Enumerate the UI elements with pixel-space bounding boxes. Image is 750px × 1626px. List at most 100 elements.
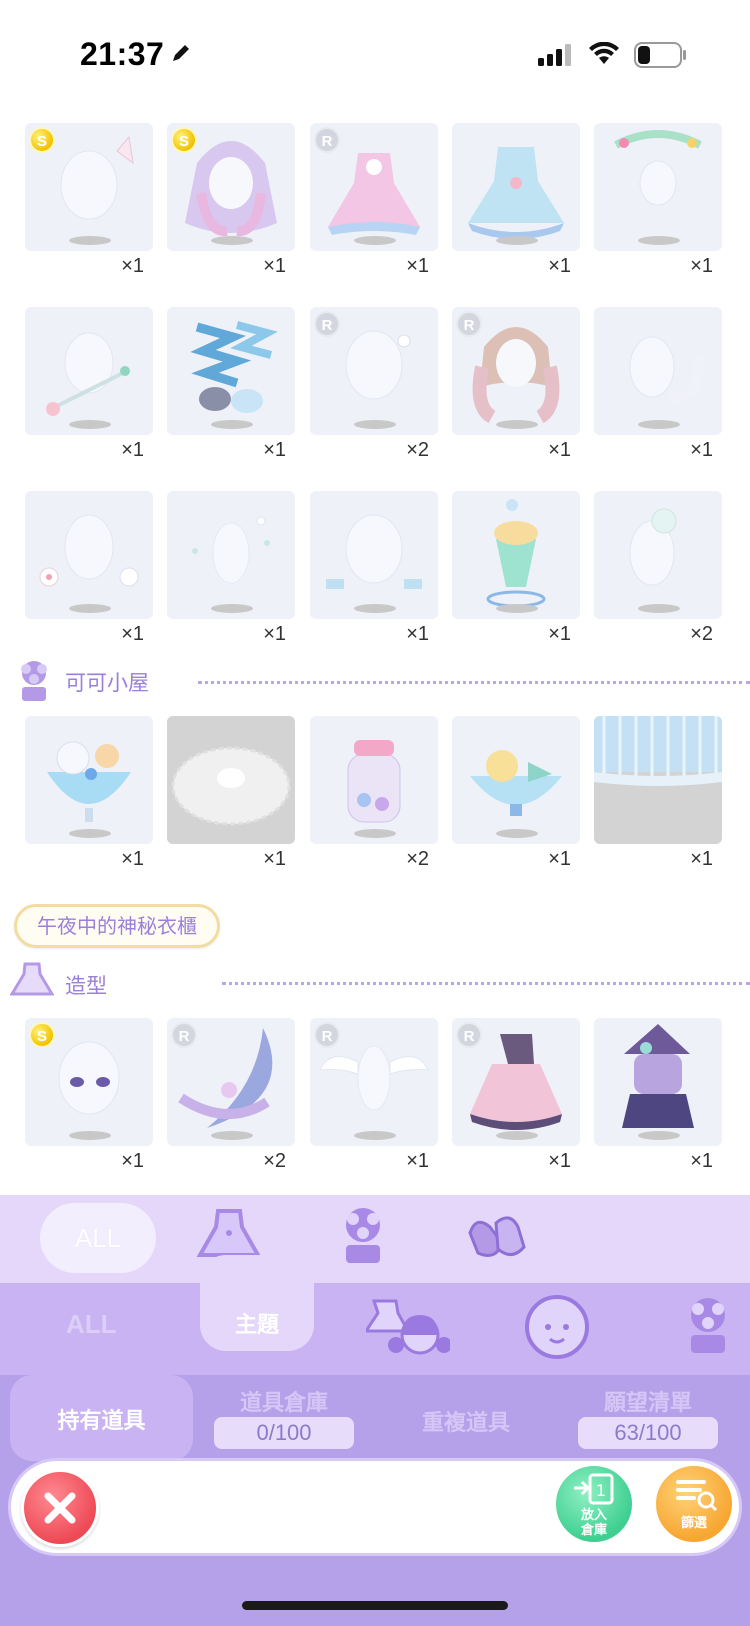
item-tile[interactable]: R [310, 123, 438, 251]
rarity-r-badge: R [456, 1022, 482, 1048]
item-quantity: ×1 [121, 848, 144, 870]
item-tile[interactable] [310, 716, 438, 844]
theme-name-pill: 午夜中的神秘衣櫃 [14, 904, 220, 948]
bottom-panel: ALL ALL 主題 持有道具 道具倉庫 0/100 重複道具 願望清單 63/… [0, 1195, 750, 1626]
item-tile[interactable] [594, 491, 722, 619]
section-divider [222, 982, 750, 985]
subcategory-all-tab[interactable]: ALL [66, 1309, 117, 1340]
item-shadow [69, 236, 111, 245]
item-tile[interactable] [594, 1018, 722, 1146]
rarity-s-badge: S [171, 127, 197, 153]
item-tile[interactable]: R [310, 1018, 438, 1146]
tab-duplicate-items[interactable]: 重複道具 [396, 1405, 536, 1437]
sparkle-aura-icon [192, 516, 270, 584]
item-tile[interactable] [452, 716, 580, 844]
item-quantity: ×1 [121, 623, 144, 645]
item-quantity: ×1 [121, 255, 144, 277]
tab-owned-items-label[interactable]: 持有道具 [10, 1403, 193, 1435]
cocoa-items-row: ×1 ×1 ×2 ×1 ×1 [0, 716, 750, 876]
item-tile[interactable] [452, 491, 580, 619]
item-tile[interactable] [25, 716, 153, 844]
item-tile[interactable] [452, 123, 580, 251]
item-tile[interactable]: S [25, 123, 153, 251]
paw-gloves-icon [39, 514, 139, 587]
item-tile[interactable]: S [167, 123, 295, 251]
flower-pot-icon [21, 661, 47, 701]
witch-cat-icon [622, 1024, 694, 1128]
battery-icon [634, 42, 686, 68]
cat-plush-icon [629, 508, 677, 586]
cocoa-house-header: 可可小屋 [0, 657, 750, 707]
item-shadow [638, 604, 680, 613]
tab-wishlist[interactable]: 願望清單 [578, 1385, 718, 1417]
item-tile[interactable] [594, 307, 722, 435]
status-time: 21:37 [80, 36, 165, 72]
item-shadow [69, 604, 111, 613]
item-shadow [496, 1131, 538, 1140]
item-tile[interactable]: R [167, 1018, 295, 1146]
item-shadow [638, 236, 680, 245]
item-tile[interactable] [594, 716, 722, 844]
store-in-warehouse-button[interactable]: 1 放入 倉庫 [553, 1463, 635, 1545]
item-tile[interactable] [25, 307, 153, 435]
item-quantity: ×1 [690, 1150, 713, 1172]
item-quantity: ×1 [548, 1150, 571, 1172]
item-tile[interactable]: R [452, 307, 580, 435]
category-all-button[interactable]: ALL [40, 1203, 156, 1273]
item-tile[interactable] [167, 491, 295, 619]
cat-tail-icon [629, 336, 704, 404]
item-quantity: ×2 [690, 623, 713, 645]
close-button[interactable] [21, 1469, 99, 1547]
item-tile[interactable] [167, 716, 295, 844]
item-shadow [496, 236, 538, 245]
svg-text:1: 1 [596, 1481, 606, 1500]
item-tile[interactable] [594, 123, 722, 251]
parfait-icon [47, 741, 131, 822]
waving-hands-icon[interactable] [456, 1203, 532, 1269]
item-quantity: ×1 [121, 1150, 144, 1172]
cellular-signal-icon [538, 44, 571, 66]
category-bar: ALL [0, 1195, 750, 1283]
filter-search-icon [676, 1480, 718, 1512]
flower-pot-icon[interactable] [680, 1291, 736, 1361]
filter-button[interactable]: 篩選 [653, 1463, 735, 1545]
item-tile[interactable] [25, 491, 153, 619]
girl-with-dress-icon[interactable] [366, 1291, 450, 1361]
item-tile[interactable]: R [310, 307, 438, 435]
item-shadow [496, 829, 538, 838]
rarity-r-badge: R [314, 311, 340, 337]
item-tile[interactable]: S [25, 1018, 153, 1146]
lace-rug-icon [171, 746, 291, 826]
item-shadow [354, 604, 396, 613]
item-quantity: ×1 [263, 623, 286, 645]
item-shadow [69, 420, 111, 429]
item-shadow [211, 1131, 253, 1140]
item-quantity: ×1 [690, 848, 713, 870]
item-quantity: ×1 [406, 255, 429, 277]
subcategory-bar: ALL [0, 1283, 750, 1375]
wrist-bows-icon [326, 514, 422, 589]
wishlist-count: 63/100 [578, 1417, 718, 1449]
item-tile[interactable] [310, 491, 438, 619]
action-bar: 1 放入 倉庫 篩選 [8, 1458, 742, 1556]
item-shadow [496, 420, 538, 429]
item-tile[interactable] [167, 307, 295, 435]
item-quantity: ×1 [263, 439, 286, 461]
rarity-r-badge: R [171, 1022, 197, 1048]
blue-dress-icon [468, 147, 564, 239]
tab-theme-label[interactable]: 主題 [200, 1307, 314, 1339]
soda-float-icon [486, 499, 546, 608]
item-quantity: ×1 [263, 255, 286, 277]
dessert-bowl-icon [470, 750, 562, 816]
rarity-r-badge: R [314, 127, 340, 153]
item-tile[interactable]: R [452, 1018, 580, 1146]
tab-item-warehouse[interactable]: 道具倉庫 [214, 1385, 354, 1417]
item-quantity: ×1 [263, 848, 286, 870]
item-quantity: ×1 [548, 623, 571, 645]
flower-pot-icon[interactable] [334, 1203, 392, 1269]
item-quantity: ×2 [406, 439, 429, 461]
dress-icon [10, 962, 54, 996]
face-icon[interactable] [520, 1291, 594, 1361]
ribbon-boots-icon [190, 321, 278, 413]
style-items-row-1: S ×1 S ×1 R ×1 ×1 ×1 [0, 123, 750, 283]
